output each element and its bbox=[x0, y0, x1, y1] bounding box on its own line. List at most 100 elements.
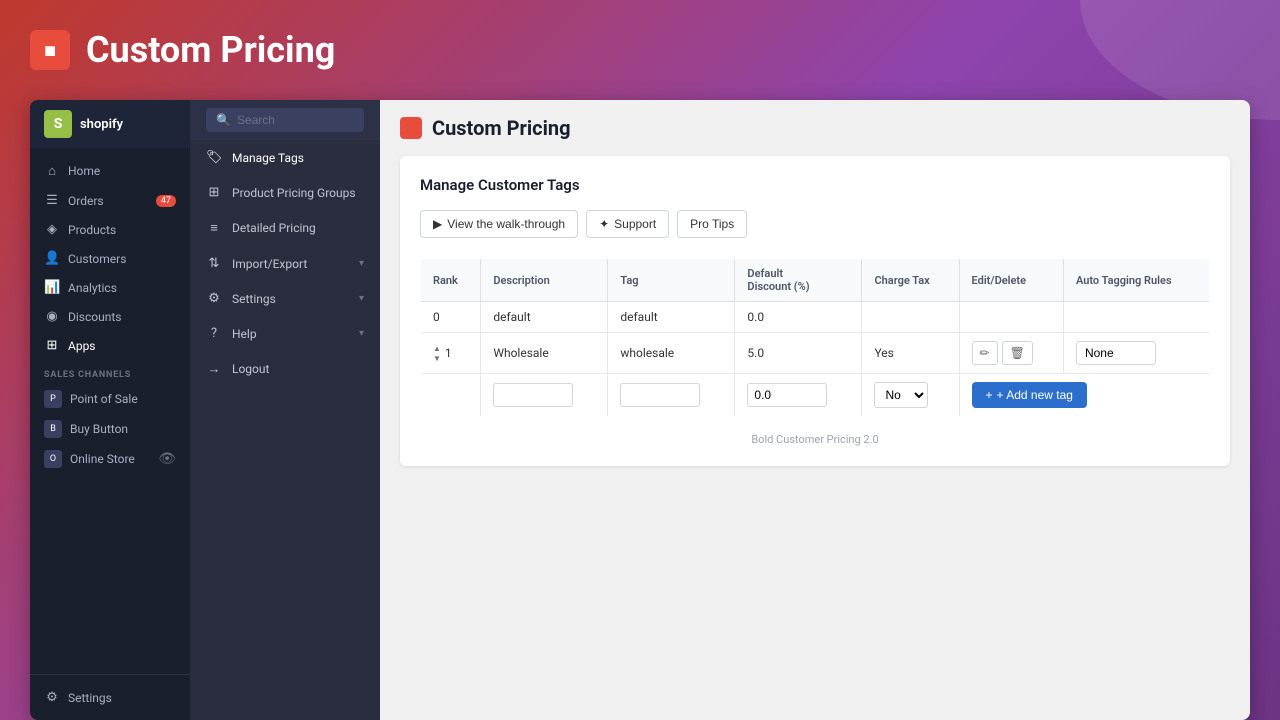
rank-cell: ▲ ▼ 1 bbox=[433, 344, 468, 363]
shopify-logo-bar: S shopify bbox=[30, 100, 190, 148]
table-header-row: Rank Description Tag DefaultDiscount (%)… bbox=[421, 259, 1210, 302]
sidebar-item-discounts[interactable]: ◉ Discounts bbox=[30, 302, 190, 331]
new-discount-input[interactable] bbox=[747, 383, 827, 407]
submenu-manage-tags-label: Manage Tags bbox=[232, 151, 304, 165]
sidebar-item-apps[interactable]: ⊞ Apps bbox=[30, 331, 190, 360]
add-new-tag-button[interactable]: + + Add new tag bbox=[972, 382, 1087, 408]
sidebar-item-analytics[interactable]: 📊 Analytics bbox=[30, 273, 190, 302]
new-row-discount[interactable] bbox=[735, 374, 862, 417]
new-row-tag[interactable] bbox=[608, 374, 735, 417]
search-input[interactable] bbox=[237, 113, 354, 127]
main-card: Manage Customer Tags ▶ View the walk-thr… bbox=[400, 156, 1230, 466]
settings-arrow: ▾ bbox=[359, 293, 364, 304]
support-label: Support bbox=[614, 217, 656, 231]
new-charge-tax-select[interactable]: No Yes bbox=[874, 382, 928, 408]
action-buttons: ▶ View the walk-through ✦ Support Pro Ti… bbox=[420, 210, 1210, 238]
submenu-item-detailed-pricing[interactable]: ≡ Detailed Pricing bbox=[190, 210, 380, 246]
pro-tips-button[interactable]: Pro Tips bbox=[677, 210, 747, 238]
submenu-item-settings[interactable]: ⚙ Settings ▾ bbox=[190, 281, 380, 316]
row1-tag: wholesale bbox=[608, 333, 735, 374]
sidebar-item-point-of-sale[interactable]: P Point of Sale bbox=[30, 384, 190, 414]
sidebar-item-home[interactable]: ⌂ Home bbox=[30, 156, 190, 186]
row1-discount: 5.0 bbox=[735, 333, 862, 374]
support-icon: ✦ bbox=[599, 217, 609, 231]
sidebar-item-orders[interactable]: ☰ Orders 47 bbox=[30, 186, 190, 215]
table-row: 0 default default 0.0 bbox=[421, 302, 1210, 333]
buy-button-icon: B bbox=[44, 420, 62, 438]
new-tag-input[interactable] bbox=[620, 383, 700, 407]
col-auto-tagging: Auto Tagging Rules bbox=[1063, 259, 1209, 302]
online-store-settings-icon[interactable]: 👁 bbox=[158, 451, 176, 467]
new-row-charge-tax[interactable]: No Yes bbox=[862, 374, 959, 417]
row0-charge-tax bbox=[862, 302, 959, 333]
orders-icon: ☰ bbox=[44, 193, 60, 208]
submenu-product-pricing-label: Product Pricing Groups bbox=[232, 186, 356, 200]
row0-discount: 0.0 bbox=[735, 302, 862, 333]
pos-icon: P bbox=[44, 390, 62, 408]
sidebar-item-home-label: Home bbox=[68, 164, 100, 178]
sidebar-item-buy-button[interactable]: B Buy Button bbox=[30, 414, 190, 444]
apps-icon: ⊞ bbox=[44, 338, 60, 353]
rank-down-arrow[interactable]: ▼ bbox=[433, 354, 441, 363]
submenu-import-export-label: Import/Export bbox=[232, 257, 307, 271]
logout-icon: → bbox=[206, 361, 222, 377]
products-icon: ◈ bbox=[44, 222, 60, 237]
edit-button[interactable]: ✏ bbox=[972, 341, 998, 365]
main-content: Custom Pricing Manage Customer Tags ▶ Vi… bbox=[380, 100, 1250, 720]
rank-up-arrow[interactable]: ▲ bbox=[433, 344, 441, 353]
settings-icon: ⚙ bbox=[44, 690, 60, 705]
page-title: Custom Pricing bbox=[432, 116, 571, 140]
support-button[interactable]: ✦ Support bbox=[586, 210, 669, 238]
new-row-description[interactable] bbox=[481, 374, 608, 417]
sidebar-item-settings[interactable]: ⚙ Settings bbox=[30, 683, 190, 712]
submenu-item-manage-tags[interactable]: 🏷 Manage Tags bbox=[190, 140, 380, 175]
online-store-label: Online Store bbox=[70, 452, 135, 466]
sidebar-bottom: ⚙ Settings bbox=[30, 674, 190, 720]
rank-arrows: ▲ ▼ bbox=[433, 344, 441, 363]
submenu-detailed-pricing-label: Detailed Pricing bbox=[232, 221, 316, 235]
auto-tagging-select[interactable]: None bbox=[1076, 341, 1156, 365]
walkthrough-button[interactable]: ▶ View the walk-through bbox=[420, 210, 578, 238]
row1-charge-tax: Yes bbox=[862, 333, 959, 374]
home-icon: ⌂ bbox=[44, 163, 60, 179]
row0-rank: 0 bbox=[421, 302, 481, 333]
import-export-icon: ⇅ bbox=[206, 256, 222, 271]
submenu-help-label: Help bbox=[232, 327, 257, 341]
section-title: Manage Customer Tags bbox=[420, 176, 1210, 194]
sidebar-item-products[interactable]: ◈ Products bbox=[30, 215, 190, 244]
product-pricing-icon: ⊞ bbox=[206, 185, 222, 200]
row1-edit-delete: ✏ 🗑 bbox=[959, 333, 1063, 374]
submenu-item-import-export[interactable]: ⇅ Import/Export ▾ bbox=[190, 246, 380, 281]
app-logo-icon: ■ bbox=[44, 38, 56, 63]
app-logo: ■ bbox=[30, 30, 70, 70]
sidebar-item-online-store[interactable]: O Online Store 👁 bbox=[30, 444, 190, 474]
search-icon: 🔍 bbox=[216, 113, 231, 127]
delete-button[interactable]: 🗑 bbox=[1002, 341, 1033, 365]
walkthrough-label: View the walk-through bbox=[447, 217, 565, 231]
col-edit-delete: Edit/Delete bbox=[959, 259, 1063, 302]
table-row: ▲ ▼ 1 Wholesale wholesale 5.0 Yes bbox=[421, 333, 1210, 374]
col-description: Description bbox=[481, 259, 608, 302]
help-arrow: ▾ bbox=[359, 328, 364, 339]
sidebar-item-products-label: Products bbox=[68, 223, 116, 237]
rank-value: 1 bbox=[445, 346, 452, 360]
col-rank: Rank bbox=[421, 259, 481, 302]
sidebar-item-orders-label: Orders bbox=[68, 194, 104, 208]
submenu-item-help[interactable]: ? Help ▾ bbox=[190, 316, 380, 351]
col-charge-tax: Charge Tax bbox=[862, 259, 959, 302]
new-description-input[interactable] bbox=[493, 383, 573, 407]
submenu-logout-label: Logout bbox=[232, 362, 269, 376]
content-area: Custom Pricing Manage Customer Tags ▶ Vi… bbox=[380, 100, 1250, 720]
page-header: Custom Pricing bbox=[400, 116, 1230, 140]
submenu-settings-label: Settings bbox=[232, 292, 276, 306]
new-row-add: + + Add new tag bbox=[959, 374, 1209, 417]
buy-button-label: Buy Button bbox=[70, 422, 128, 436]
sidebar-item-discounts-label: Discounts bbox=[68, 310, 121, 324]
search-input-wrapper[interactable]: 🔍 bbox=[206, 108, 364, 132]
submenu-item-product-pricing-groups[interactable]: ⊞ Product Pricing Groups bbox=[190, 175, 380, 210]
app-title: Custom Pricing bbox=[86, 29, 335, 71]
row1-rank: ▲ ▼ 1 bbox=[421, 333, 481, 374]
add-icon: + bbox=[986, 388, 993, 402]
sidebar-item-customers[interactable]: 👤 Customers bbox=[30, 244, 190, 273]
submenu-item-logout[interactable]: → Logout bbox=[190, 351, 380, 387]
